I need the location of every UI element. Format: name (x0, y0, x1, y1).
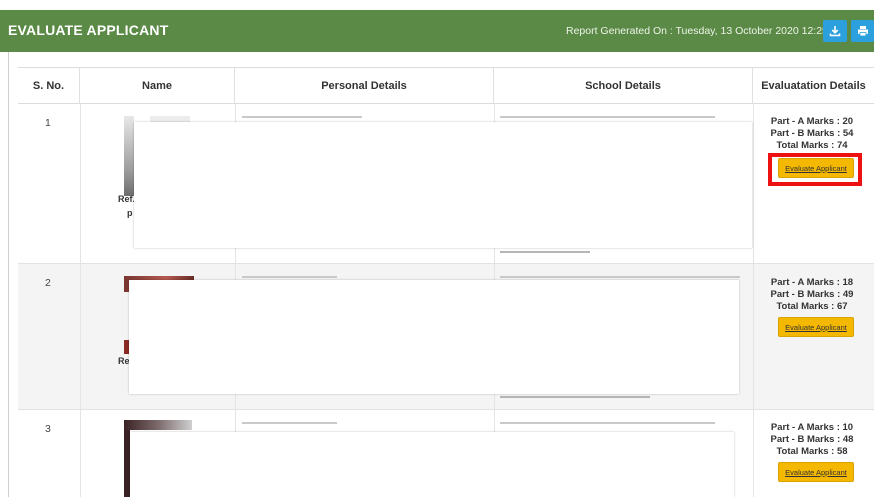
redacted-text (500, 396, 650, 398)
evaluation-marks: Part - A Marks : 10 Part - B Marks : 48 … (757, 422, 867, 458)
part-b-label: Part - B Marks : (770, 128, 841, 139)
total-value: 58 (836, 446, 848, 457)
applicant-photo (124, 116, 134, 196)
redacted-text (500, 422, 715, 424)
redaction-box (129, 280, 739, 394)
total-value: 67 (836, 301, 848, 312)
redacted-text (500, 251, 590, 253)
part-a-value: 10 (842, 422, 854, 433)
applicant-ref: Ref. (118, 194, 136, 204)
col-header-evaluation: Evaluatation Details (753, 68, 874, 104)
row-sno: 1 (45, 117, 51, 129)
redacted-text (242, 422, 337, 424)
total-label: Total Marks : (776, 140, 835, 151)
report-generated-text: Report Generated On : Tuesday, 13 Octobe… (566, 25, 847, 37)
part-a-label: Part - A Marks : (770, 277, 840, 288)
applicant-ref: p (127, 208, 133, 218)
total-label: Total Marks : (776, 301, 835, 312)
part-a-value: 18 (842, 277, 854, 288)
redacted-text (500, 276, 740, 278)
part-b-value: 49 (842, 289, 854, 300)
part-b-label: Part - B Marks : (770, 289, 841, 300)
redacted-text (242, 116, 362, 118)
redaction-box (134, 122, 752, 248)
evaluate-applicant-button[interactable]: Evaluate Applicant (778, 317, 854, 337)
col-header-sno: S. No. (18, 68, 80, 104)
download-button[interactable] (823, 20, 847, 42)
part-b-value: 54 (842, 128, 854, 139)
print-icon (857, 26, 868, 37)
col-header-name: Name (80, 68, 235, 104)
page-title: EVALUATE APPLICANT (8, 22, 169, 38)
part-a-label: Part - A Marks : (770, 422, 840, 433)
print-button[interactable] (851, 20, 874, 42)
total-label: Total Marks : (776, 446, 835, 457)
part-a-value: 20 (842, 116, 854, 127)
part-a-label: Part - A Marks : (770, 116, 840, 127)
col-header-school: School Details (494, 68, 753, 104)
table-top-border (18, 67, 874, 68)
part-b-value: 48 (842, 434, 854, 445)
row-sno: 2 (45, 277, 51, 289)
column-divider (753, 104, 754, 497)
page-header: EVALUATE APPLICANT Report Generated On :… (0, 10, 874, 52)
evaluation-marks: Part - A Marks : 20 Part - B Marks : 54 … (757, 116, 867, 152)
col-header-personal: Personal Details (235, 68, 494, 104)
applicant-photo (124, 420, 192, 430)
highlight-box (768, 153, 862, 186)
evaluation-marks: Part - A Marks : 18 Part - B Marks : 49 … (757, 277, 867, 313)
column-divider (80, 104, 81, 497)
row-sno: 3 (45, 423, 51, 435)
download-icon (829, 26, 841, 37)
redacted-text (242, 276, 337, 278)
redacted-text (500, 116, 715, 118)
part-b-label: Part - B Marks : (770, 434, 841, 445)
redaction-box (130, 432, 734, 497)
evaluate-applicant-button[interactable]: Evaluate Applicant (778, 462, 854, 482)
total-value: 74 (836, 140, 848, 151)
